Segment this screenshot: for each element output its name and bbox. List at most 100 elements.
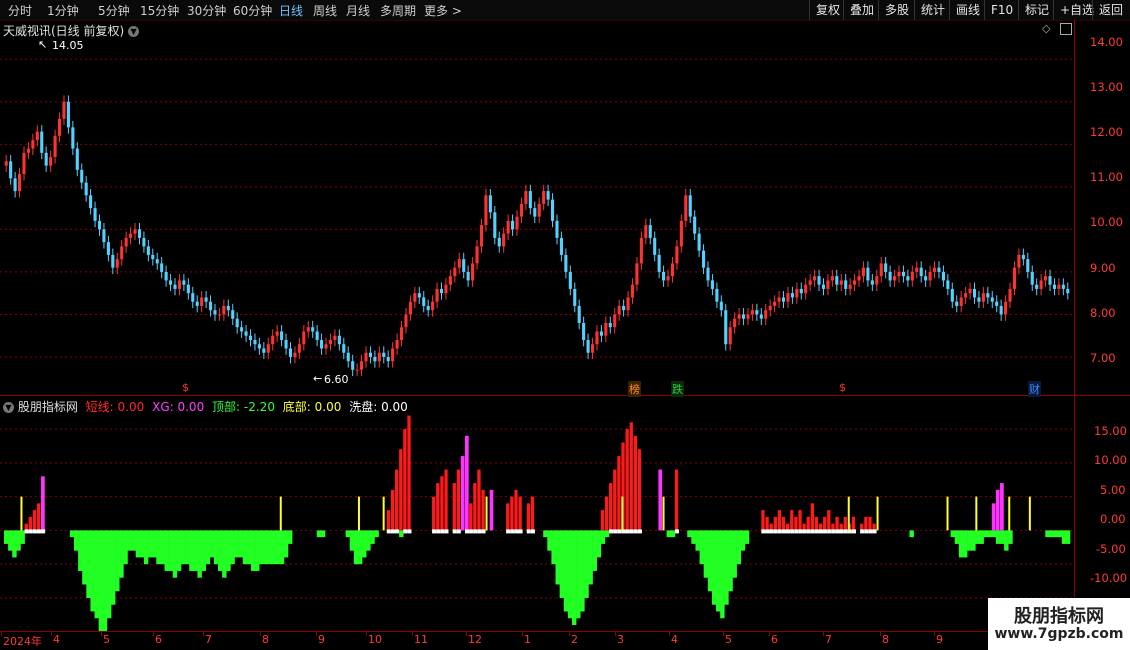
candle-body: [1012, 267, 1017, 289]
wash-bar: [403, 529, 408, 534]
x-tick-mark: [316, 632, 317, 636]
top-bar: [234, 530, 239, 558]
top-bar: [551, 530, 556, 565]
top-bar: [399, 530, 404, 538]
short-bar: [432, 496, 436, 531]
candlestick-chart: [0, 58, 1074, 377]
wash-bar: [872, 529, 877, 534]
period-tab-5min[interactable]: 5分钟: [98, 2, 130, 19]
top-bar: [967, 530, 972, 551]
candle-body: [946, 280, 950, 289]
candle-body: [391, 348, 395, 362]
candle-body: [879, 263, 883, 277]
period-tab-30min[interactable]: 30分钟: [187, 2, 226, 19]
candle-body: [670, 263, 675, 277]
event-mark-drop[interactable]: 跌: [671, 381, 684, 397]
bottom-signal-bar: [621, 496, 624, 531]
event-mark-list[interactable]: 榜: [628, 381, 641, 397]
period-tab-more[interactable]: 更多 >: [424, 2, 462, 19]
top-bar: [127, 530, 132, 551]
top-bar: [576, 530, 581, 619]
candle-body: [75, 148, 79, 170]
candle-body: [786, 293, 790, 302]
wash-bar: [452, 529, 457, 534]
period-tab-daily[interactable]: 日线: [279, 2, 303, 19]
candle-body: [4, 161, 8, 166]
candle-body: [9, 161, 13, 179]
candle-body: [191, 293, 195, 302]
candle-body: [484, 195, 488, 226]
wash-bar: [32, 529, 37, 534]
x-tick-label: 4: [671, 633, 678, 646]
period-tab-monthly[interactable]: 月线: [346, 2, 370, 19]
candle-body: [639, 237, 643, 264]
top-bar: [1049, 530, 1054, 538]
top-bar: [1061, 530, 1067, 544]
wash-bar: [781, 529, 787, 534]
candle-body: [844, 280, 848, 289]
top-bar: [592, 530, 597, 571]
candle-body: [910, 271, 914, 281]
top-bar: [94, 530, 99, 619]
period-tab-weekly[interactable]: 周线: [313, 2, 337, 19]
wash-bar: [456, 529, 461, 534]
f10-button[interactable]: F10: [984, 0, 1019, 20]
candle-body: [568, 271, 572, 289]
xg-bar: [658, 469, 663, 531]
candle-body: [111, 254, 115, 268]
low-price-label: 6.60: [324, 373, 349, 386]
wash-bar: [386, 529, 391, 534]
candle-body: [964, 293, 968, 298]
x-tick-mark: [101, 632, 102, 636]
x-tick-mark: [260, 632, 261, 636]
short-bar: [765, 516, 769, 531]
top-bar: [205, 530, 211, 565]
top-bar: [193, 530, 198, 571]
top-bar: [201, 530, 206, 571]
top-bar: [724, 530, 729, 605]
candle-body: [453, 267, 457, 277]
event-mark-dividend[interactable]: $: [181, 381, 190, 394]
candle-body: [493, 212, 497, 238]
top-bar: [283, 530, 289, 558]
period-tab-fenshi[interactable]: 分时: [8, 2, 32, 19]
wash-bar: [798, 529, 803, 534]
event-mark-dividend[interactable]: $: [838, 381, 847, 394]
wash-bar: [617, 529, 622, 534]
candle-body: [866, 267, 870, 281]
candle-body: [40, 131, 44, 153]
wash-bar: [790, 529, 795, 534]
period-tab-15min[interactable]: 15分钟: [140, 2, 179, 19]
short-bar: [786, 523, 790, 531]
x-tick-mark: [51, 632, 52, 636]
candle-body: [888, 271, 892, 281]
candle-body: [799, 288, 803, 294]
x-tick-mark: [880, 632, 881, 636]
period-tab-1min[interactable]: 1分钟: [47, 2, 79, 19]
x-tick-label: 6: [155, 633, 162, 646]
top-bar: [8, 530, 13, 551]
overlay-button[interactable]: 叠加: [843, 0, 880, 20]
mark-button[interactable]: 标记: [1018, 0, 1055, 20]
candle-body: [764, 310, 768, 319]
multi-stock-button[interactable]: 多股: [878, 0, 915, 20]
period-tab-multi[interactable]: 多周期: [380, 2, 416, 19]
event-mark-finance[interactable]: 财: [1028, 381, 1041, 397]
restore-right-button[interactable]: 复权: [809, 0, 846, 20]
wash-bar: [469, 529, 474, 534]
top-bar: [995, 530, 1001, 544]
candle-body: [559, 237, 563, 255]
short-bar: [530, 496, 535, 531]
candle-body: [288, 348, 293, 357]
candle-body: [853, 280, 857, 285]
statistics-button[interactable]: 统计: [914, 0, 951, 20]
period-tab-60min[interactable]: 60分钟: [233, 2, 272, 19]
y-tick-main: 11.00: [1090, 170, 1123, 184]
candle-body: [44, 152, 48, 166]
candle-body: [208, 301, 213, 311]
wash-bar: [761, 529, 766, 534]
draw-line-button[interactable]: 画线: [949, 0, 986, 20]
back-button[interactable]: 返回: [1092, 0, 1129, 20]
x-tick-label: 2: [571, 633, 578, 646]
short-bar: [761, 510, 765, 531]
